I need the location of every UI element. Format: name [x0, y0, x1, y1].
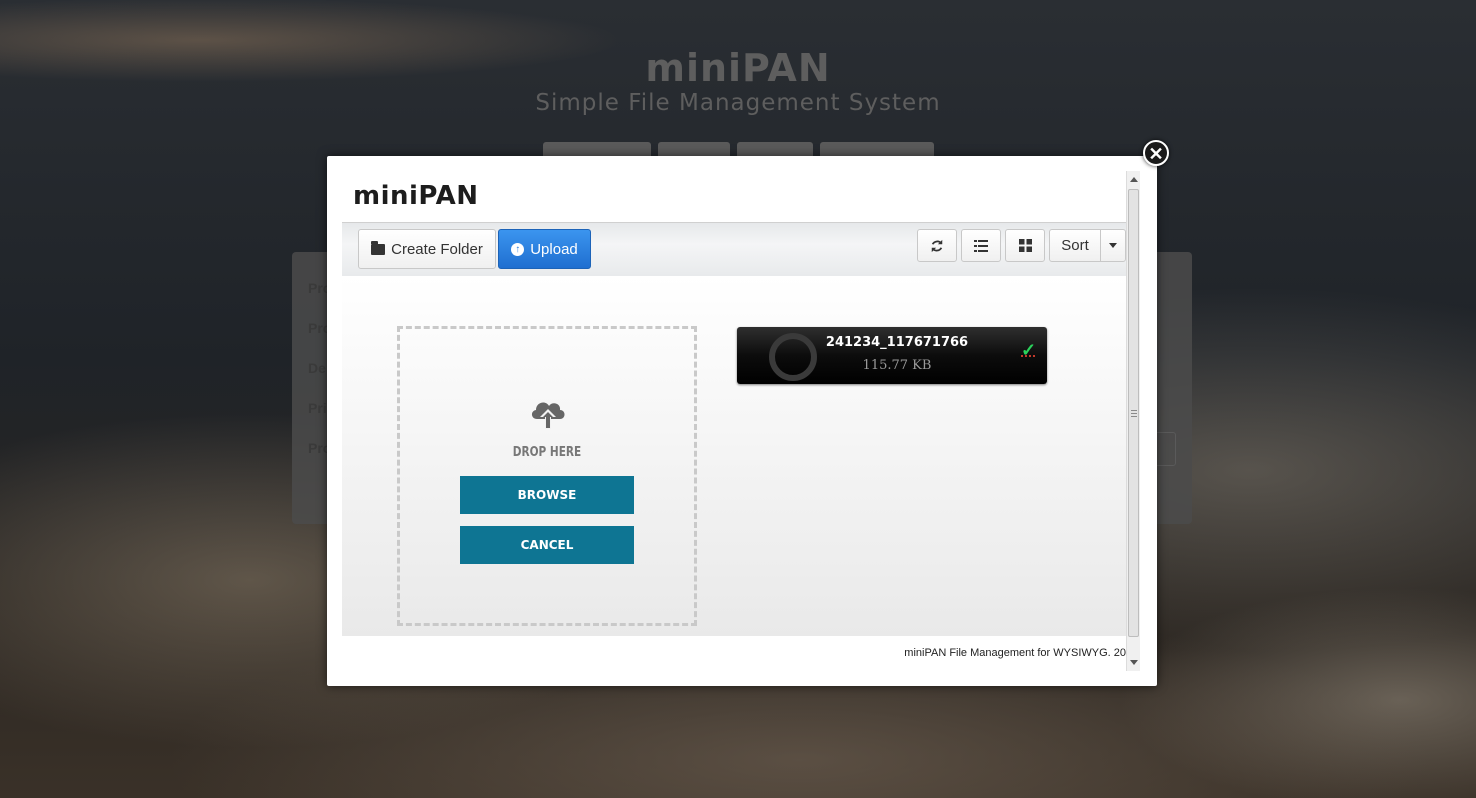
site-title: miniPAN [645, 46, 831, 90]
form-label: Pri [308, 400, 327, 416]
chevron-down-icon [1109, 243, 1117, 248]
sort-label: Sort [1061, 237, 1089, 254]
list-icon [974, 239, 988, 252]
toolbar: Create Folder ↑ Upload Sort [342, 222, 1126, 277]
cancel-button[interactable]: CANCEL [460, 526, 634, 564]
app-title: miniPAN [353, 181, 479, 211]
file-manager-modal: miniPAN Create Folder ↑ Upload Sort DROP… [327, 156, 1157, 686]
grip-icon [1131, 410, 1137, 418]
upload-button[interactable]: ↑ Upload [498, 229, 591, 269]
sort-button[interactable]: Sort [1049, 229, 1101, 262]
upload-label: Upload [530, 240, 578, 258]
drop-here-label: DROP HERE [512, 445, 582, 460]
grid-icon [1018, 239, 1032, 252]
site-subtitle: Simple File Management System [535, 90, 941, 116]
file-area: DROP HERE BROWSE CANCEL 241234_117671766… [342, 276, 1126, 636]
scrollbar-thumb[interactable] [1128, 189, 1139, 637]
form-label: De [308, 360, 326, 376]
file-size: 115.77 KB [862, 358, 932, 373]
cloud-upload-icon [531, 402, 565, 429]
uploaded-file-card[interactable]: 241234_117671766 115.77 KB ✓ [737, 327, 1047, 384]
refresh-button[interactable] [917, 229, 957, 262]
check-icon: ✓ [1021, 340, 1037, 360]
scroll-up-arrow-icon[interactable] [1130, 177, 1138, 182]
grid-view-button[interactable] [1005, 229, 1045, 262]
file-name: 241234_117671766 [825, 335, 969, 350]
close-modal-button[interactable]: ✕ [1143, 140, 1169, 166]
create-folder-button[interactable]: Create Folder [358, 229, 496, 269]
drop-zone[interactable]: DROP HERE BROWSE CANCEL [397, 326, 697, 626]
file-manager-frame: miniPAN Create Folder ↑ Upload Sort DROP… [342, 171, 1140, 671]
upload-icon: ↑ [511, 242, 525, 256]
sort-dropdown-toggle[interactable] [1100, 229, 1126, 262]
list-view-button[interactable] [961, 229, 1001, 262]
refresh-icon [931, 239, 943, 252]
footer: miniPAN File Management for WYSIWYG. 20 [342, 637, 1126, 671]
folder-icon [371, 240, 386, 255]
browse-button[interactable]: BROWSE [460, 476, 634, 514]
scroll-down-arrow-icon[interactable] [1130, 660, 1138, 665]
vertical-scrollbar[interactable] [1126, 171, 1140, 671]
footer-text: miniPAN File Management for WYSIWYG. 20 [904, 647, 1126, 659]
create-folder-label: Create Folder [391, 240, 483, 258]
